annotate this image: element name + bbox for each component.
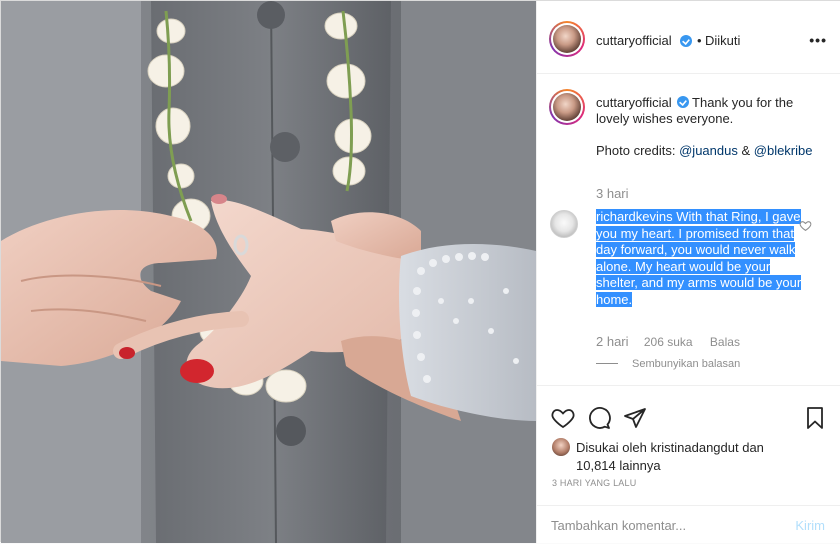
liked-by-label: Disukai oleh [576, 440, 651, 455]
caption-credits: Photo credits: @juandus & @blekribe [596, 143, 826, 159]
wedding-ring-photo [1, 1, 536, 543]
post-comment-button[interactable]: Kirim [795, 518, 825, 533]
save-bookmark-icon[interactable] [803, 406, 827, 430]
post-photo[interactable] [1, 1, 536, 543]
mention-blekribe[interactable]: @blekribe [754, 143, 813, 158]
share-paper-plane-icon[interactable] [623, 406, 647, 430]
credits-label: Photo credits: [596, 143, 680, 158]
reply-button[interactable]: Balas [710, 335, 740, 349]
post-actions: Disukai oleh kristinadangdut dan 10,814 … [537, 385, 840, 543]
liked-by-and: dan [738, 440, 764, 455]
caption-text: cuttaryofficial Thank you for the lovely… [596, 95, 826, 159]
like-comment-heart-icon[interactable] [799, 219, 812, 232]
like-heart-icon[interactable] [551, 406, 575, 430]
reply-meta: 2 hari 206 suka Balas [596, 334, 754, 349]
author-username[interactable]: cuttaryofficial [596, 33, 672, 48]
credits-amp: & [737, 143, 754, 158]
liked-by: Disukai oleh kristinadangdut dan 10,814 … [552, 438, 764, 475]
caption-time[interactable]: 3 hari [596, 186, 629, 201]
liked-by-count[interactable]: 10,814 lainnya [552, 458, 661, 473]
caption-verified-icon [676, 96, 689, 108]
hide-replies-button[interactable]: Sembunyikan balasan [596, 358, 740, 370]
reply-time[interactable]: 2 hari [596, 334, 629, 349]
follow-status-button[interactable]: Diikuti [705, 33, 740, 48]
verified-badge-icon [680, 35, 692, 47]
comments-list[interactable]: cuttaryofficial Thank you for the lovely… [537, 75, 840, 385]
reply-likes[interactable]: 206 suka [644, 335, 693, 349]
liker-avatar[interactable] [552, 438, 570, 456]
posted-time[interactable]: 3 HARI YANG LALU [552, 478, 636, 488]
caption-username[interactable]: cuttaryofficial [596, 95, 672, 110]
add-comment-row: Kirim [537, 505, 840, 544]
reply-author-avatar[interactable] [550, 210, 578, 238]
post-details-panel: cuttaryofficial • Diikuti ••• cuttaryoff… [536, 1, 840, 543]
more-options-icon[interactable]: ••• [809, 32, 827, 48]
instagram-post-modal: cuttaryofficial • Diikuti ••• cuttaryoff… [0, 0, 840, 543]
liker-username[interactable]: kristinadangdut [650, 440, 738, 455]
mention-juandus[interactable]: @juandus [679, 143, 738, 158]
reply-username[interactable]: richardkevins [596, 209, 673, 224]
comment-input[interactable] [551, 518, 771, 533]
comment-bubble-icon[interactable] [587, 406, 611, 430]
separator-dot: • [697, 33, 702, 48]
caption-author-avatar[interactable] [549, 89, 585, 125]
author-avatar[interactable] [549, 21, 585, 57]
reply-comment: richardkevins With that Ring, I gave you… [596, 209, 804, 308]
post-header: cuttaryofficial • Diikuti ••• [537, 1, 840, 74]
